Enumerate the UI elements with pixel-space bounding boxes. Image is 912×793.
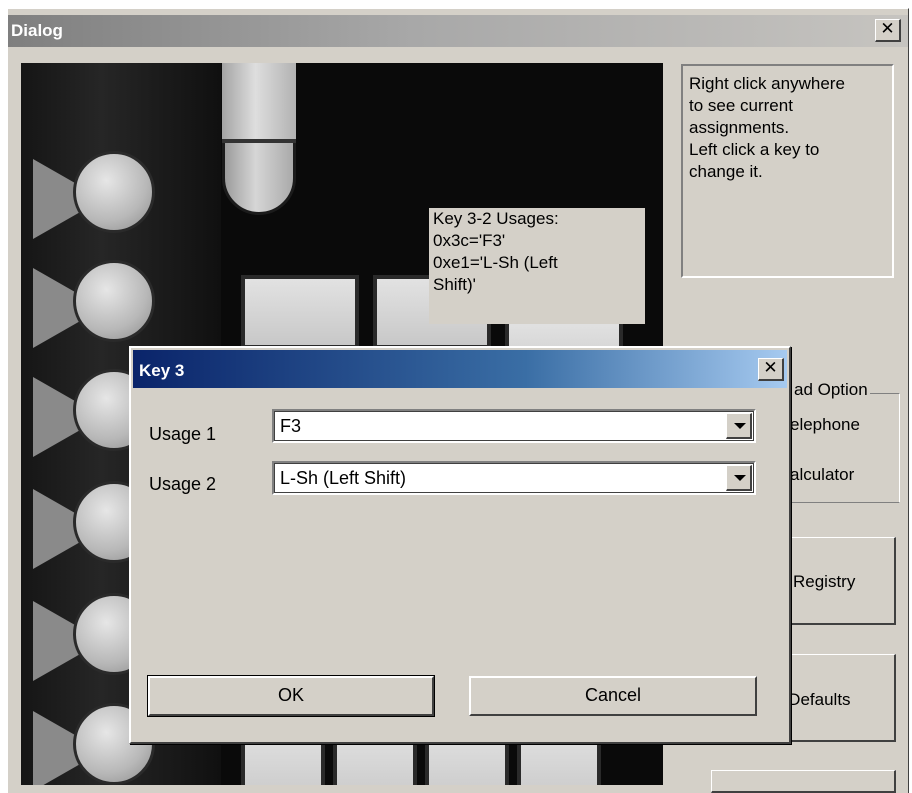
cancel-button[interactable]: Cancel: [469, 676, 757, 716]
instructions-line: Right click anywhere: [689, 74, 845, 93]
chevron-down-icon[interactable]: [726, 413, 752, 439]
usage2-combobox[interactable]: L-Sh (Left Shift): [272, 461, 756, 495]
key-dialog-title: Key 3: [139, 361, 185, 380]
usage1-value: F3: [280, 416, 302, 436]
tooltip-line: 0x3c='F3': [433, 231, 506, 250]
tooltip-line: Key 3-2 Usages:: [433, 209, 559, 228]
usage2-label: Usage 2: [149, 474, 217, 494]
keypad-key[interactable]: [33, 151, 161, 247]
registry-button-label: Registry: [793, 572, 856, 591]
outer-title-text: Dialog: [11, 21, 63, 40]
close-icon: ✕: [880, 19, 895, 39]
option-group-label: ad Option: [792, 380, 870, 400]
keypad-key[interactable]: [241, 275, 359, 349]
usage2-value: L-Sh (Left Shift): [280, 468, 407, 488]
key-usage-tooltip: Key 3-2 Usages: 0x3c='F3' 0xe1='L-Sh (Le…: [429, 208, 645, 324]
bottom-right-button[interactable]: [711, 770, 896, 793]
option-telephone[interactable]: elephone: [790, 415, 860, 435]
instructions-line: assignments.: [689, 118, 790, 137]
key-dialog-title-bar[interactable]: Key 3 ✕: [133, 350, 787, 388]
keypad-key[interactable]: [33, 260, 161, 356]
outer-title-bar[interactable]: Dialog ✕: [8, 15, 908, 47]
outer-close-button[interactable]: ✕: [875, 19, 901, 42]
key-usage-dialog: Key 3 ✕ Usage 1 F3 Usage 2 L-Sh (Left Sh…: [129, 346, 791, 744]
tooltip-line: Shift)': [433, 275, 476, 294]
option-calculator[interactable]: alculator: [790, 465, 854, 485]
instructions-line: to see current: [689, 96, 793, 115]
usage1-label: Usage 1: [149, 424, 217, 444]
usage1-combobox[interactable]: F3: [272, 409, 756, 443]
instructions-box: Right click anywhere to see current assi…: [681, 64, 894, 278]
key-dialog-close-button[interactable]: ✕: [758, 358, 784, 381]
keypad-key[interactable]: [222, 63, 296, 143]
instructions-line: change it.: [689, 162, 763, 181]
tooltip-line: 0xe1='L-Sh (Left: [433, 253, 558, 272]
chevron-down-icon[interactable]: [726, 465, 752, 491]
instructions-line: Left click a key to: [689, 140, 820, 159]
close-icon: ✕: [763, 358, 778, 378]
ok-button[interactable]: OK: [147, 675, 435, 717]
